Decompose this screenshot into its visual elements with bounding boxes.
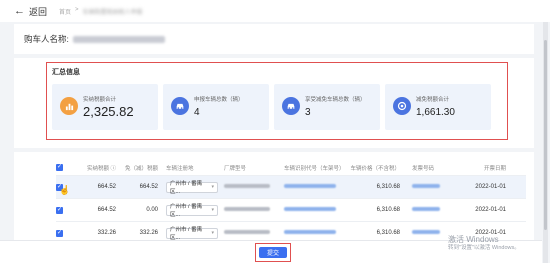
- card-value: 2,325.82: [83, 104, 134, 119]
- select-all-checkbox[interactable]: ✓: [56, 164, 63, 171]
- header-price: 车辆价格（不含税）: [350, 165, 400, 172]
- card-label: 减免税额合计: [416, 97, 450, 103]
- card-value: 4: [194, 107, 200, 118]
- card-label: 实纳税额合计: [83, 97, 117, 103]
- cell-paid-tax: 664.52: [97, 184, 116, 190]
- breadcrumb-home[interactable]: 首页: [59, 7, 71, 16]
- summary-card-vehicle-count: 申报车辆总数（辆） 4: [163, 84, 269, 130]
- cell-model-redacted: [224, 230, 270, 234]
- cell-price: 6,310.68: [376, 184, 400, 190]
- row-checkbox[interactable]: ✓: [56, 206, 63, 214]
- row-checkbox[interactable]: ✓: [56, 229, 63, 237]
- cell-model-redacted: [224, 207, 270, 211]
- summary-title: 汇总信息: [52, 69, 80, 76]
- chevron-down-icon: ▾: [211, 207, 214, 214]
- car-icon: [282, 97, 300, 115]
- cell-vin-redacted[interactable]: [284, 184, 336, 188]
- header-model: 厂牌型号: [224, 165, 247, 172]
- card-value: 3: [305, 107, 311, 118]
- cell-exempt-tax: 0.00: [146, 207, 158, 213]
- scrollbar-thumb[interactable]: [544, 40, 547, 230]
- table-row[interactable]: ✓ 664.52 664.52 广州市 / 番禺区... ▾ 6,310.68 2…: [56, 176, 526, 199]
- car-icon: [171, 97, 189, 115]
- header-exempt-tax: 免（减）税额: [124, 165, 158, 172]
- buyer-name-label: 购车人名称:: [24, 34, 69, 44]
- arrow-left-icon: ←: [14, 4, 25, 17]
- watermark-line-1: 激活 Windows: [448, 235, 499, 244]
- cell-paid-tax: 664.52: [97, 207, 116, 213]
- breadcrumb-separator: >: [75, 6, 79, 13]
- bar-chart-icon: [60, 97, 78, 115]
- mouse-cursor-icon: ☝: [59, 185, 71, 195]
- breadcrumb-current: 车辆购置税纳税人申报: [82, 9, 143, 16]
- cell-invoice-no-redacted[interactable]: [412, 207, 440, 211]
- region-select[interactable]: 广州市 / 番禺区... ▾: [166, 227, 218, 242]
- cell-vin-redacted[interactable]: [284, 207, 336, 211]
- cell-model-redacted: [224, 184, 270, 188]
- buyer-name-value-redacted: [72, 35, 165, 43]
- cell-exempt-tax: 332.26: [139, 230, 158, 236]
- top-bar: ← 返回 首页 > 车辆购置税纳税人申报: [0, 0, 550, 22]
- vehicle-table: ✓ 实纳税额 ⓘ 免（减）税额 车辆注册地 厂牌型号 车辆识别代号（车架号） 车…: [56, 160, 526, 245]
- header-invoice-date: 开票日期: [483, 165, 506, 172]
- cell-vin-redacted[interactable]: [284, 230, 336, 234]
- header-vin: 车辆识别代号（车架号）: [284, 165, 345, 172]
- table-row[interactable]: ✓ 664.52 0.00 广州市 / 番禺区... ▾ 6,310.68 202…: [56, 199, 526, 222]
- summary-card-exempt-vehicle-count: 享受减免车辆总数（辆） 3: [274, 84, 380, 130]
- header-paid-tax: 实纳税额: [86, 165, 109, 172]
- header-invoice-no: 发票号码: [412, 165, 435, 172]
- windows-activation-watermark: 激活 Windows 转到"设置"以激活 Windows。: [448, 235, 520, 251]
- breadcrumb: 首页 > 车辆购置税纳税人申报: [59, 7, 143, 16]
- cell-invoice-no-redacted[interactable]: [412, 184, 440, 188]
- card-label: 申报车辆总数（辆）: [194, 97, 244, 103]
- chevron-down-icon: ▾: [211, 184, 214, 191]
- cell-invoice-no-redacted[interactable]: [412, 230, 440, 234]
- cell-invoice-date: 2022-01-01: [475, 184, 506, 190]
- coin-icon: [393, 97, 411, 115]
- summary-panel: 汇总信息 实纳税额合计 2,325.82 申报车辆总数（辆） 4 享受减免车辆总…: [14, 58, 534, 148]
- buyer-panel: 购车人名称:: [14, 24, 534, 54]
- summary-card-exempt-tax: 减免税额合计 1,661.30: [385, 84, 491, 130]
- region-select[interactable]: 广州市 / 番禺区... ▾: [166, 181, 218, 196]
- card-label: 享受减免车辆总数（辆）: [305, 97, 366, 103]
- card-value: 1,661.30: [416, 107, 455, 118]
- header-region: 车辆注册地: [166, 165, 194, 172]
- back-label: 返回: [29, 6, 48, 17]
- cell-paid-tax: 332.26: [97, 230, 116, 236]
- cell-price: 6,310.68: [376, 230, 400, 236]
- page-scrollbar[interactable]: [543, 22, 548, 263]
- cell-invoice-date: 2022-01-01: [475, 207, 506, 213]
- summary-cards: 实纳税额合计 2,325.82 申报车辆总数（辆） 4 享受减免车辆总数（辆） …: [52, 84, 491, 130]
- region-value: 广州市 / 番禺区...: [170, 227, 203, 242]
- region-value: 广州市 / 番禺区...: [170, 204, 203, 219]
- summary-card-total-tax: 实纳税额合计 2,325.82: [52, 84, 158, 130]
- table-header-row: ✓ 实纳税额 ⓘ 免（减）税额 车辆注册地 厂牌型号 车辆识别代号（车架号） 车…: [56, 160, 526, 176]
- submit-button[interactable]: 提交: [259, 247, 287, 258]
- watermark-line-2: 转到"设置"以激活 Windows。: [448, 244, 520, 251]
- region-select[interactable]: 广州市 / 番禺区... ▾: [166, 204, 218, 219]
- cell-price: 6,310.68: [376, 207, 400, 213]
- region-value: 广州市 / 番禺区...: [170, 181, 203, 196]
- back-button[interactable]: ← 返回: [14, 5, 47, 18]
- cell-exempt-tax: 664.52: [139, 184, 158, 190]
- chevron-down-icon: ▾: [211, 230, 214, 237]
